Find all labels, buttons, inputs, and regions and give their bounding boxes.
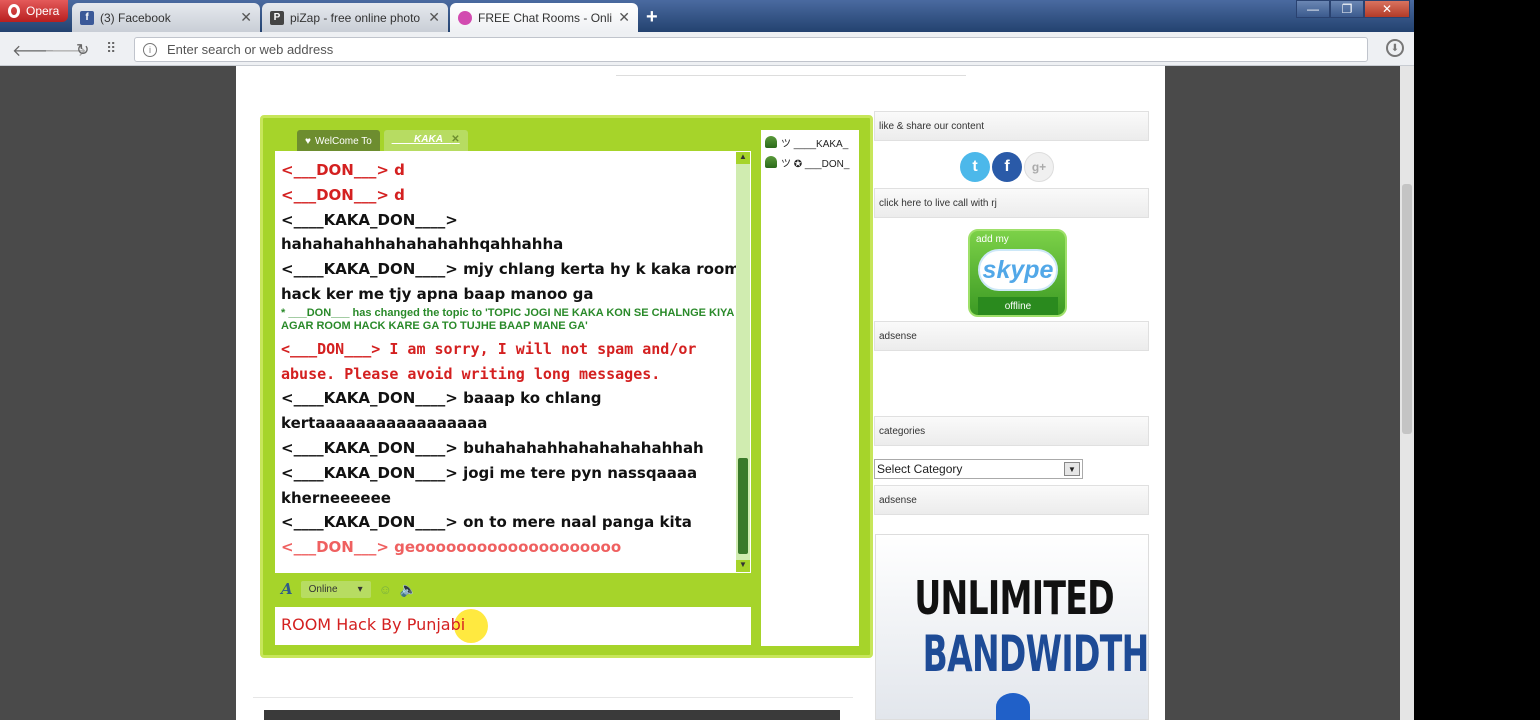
bandwidth-ad[interactable]: UNLIMITED BANDWIDTH xyxy=(875,534,1149,720)
ad-mascot-icon xyxy=(996,693,1030,720)
message-scrollbar[interactable]: ▲ ▼ xyxy=(736,152,750,572)
close-window-icon[interactable]: ✕ xyxy=(1364,0,1410,18)
tab-title: (3) Facebook xyxy=(100,10,171,25)
message: <___DON___> d xyxy=(281,161,405,179)
close-tab-icon[interactable]: ✕ xyxy=(428,9,440,26)
address-bar[interactable]: i Enter search or web address xyxy=(134,37,1368,62)
header-strip xyxy=(616,66,966,76)
scroll-up-icon[interactable]: ▲ xyxy=(736,152,750,164)
user-list: ツ ____KAKA_ ツ ✪ ___DON_ xyxy=(761,130,859,646)
chat-icon xyxy=(458,10,472,25)
welcome-label: WelCome To xyxy=(314,135,372,147)
user-icon xyxy=(765,136,777,148)
maximize-icon[interactable]: ❐ xyxy=(1330,0,1364,18)
scrollbar-thumb[interactable] xyxy=(738,458,748,554)
screen: Opera f (3) Facebook ✕ P piZap - free on… xyxy=(0,0,1540,720)
speed-dial-icon[interactable]: ⠿ xyxy=(106,40,116,57)
tab-bar: Opera f (3) Facebook ✕ P piZap - free on… xyxy=(0,0,1414,32)
message: <____KAKA_DON____> mjy chlang kerta hy k… xyxy=(281,260,740,303)
sidebar-adsense-header: adsense xyxy=(874,321,1149,351)
scroll-down-icon[interactable]: ▼ xyxy=(736,560,750,572)
opera-logo-icon xyxy=(8,4,20,18)
divider xyxy=(253,697,853,698)
facebook-icon: f xyxy=(80,10,94,25)
system-warning-message: <___DON___> I am sorry, I will not spam … xyxy=(281,339,697,383)
tab-chat-rooms[interactable]: FREE Chat Rooms - Online ✕ xyxy=(450,3,638,32)
message: <____KAKA_DON____> jogi me tere pyn nass… xyxy=(281,463,698,507)
skype-add-label: add my xyxy=(976,234,1009,245)
opera-menu-button[interactable]: Opera xyxy=(0,0,68,22)
status-value: Online xyxy=(308,583,338,595)
twitter-icon[interactable]: t xyxy=(960,152,990,182)
user-item[interactable]: ツ ____KAKA_ xyxy=(765,132,855,152)
close-room-icon[interactable]: ✕ xyxy=(451,134,459,145)
chat-widget: ♥ WelCome To ____KAKA_ ✕ <___DON___> d <… xyxy=(260,115,873,658)
skype-status: offline xyxy=(978,297,1058,315)
close-tab-icon[interactable]: ✕ xyxy=(240,9,252,26)
message-input[interactable]: ROOM Hack By Punjabi xyxy=(275,607,751,645)
message: <____KAKA_DON____> on to mere naal panga… xyxy=(281,513,692,532)
message: <____KAKA_DON____> buhahahahhahahahahahh… xyxy=(281,438,704,457)
scrollbar-thumb[interactable] xyxy=(1402,184,1412,434)
browser-window: Opera f (3) Facebook ✕ P piZap - free on… xyxy=(0,0,1414,720)
skype-logo: skype xyxy=(978,249,1058,291)
tab-title: FREE Chat Rooms - Online xyxy=(478,10,613,25)
reload-icon[interactable]: ↻ xyxy=(76,40,89,60)
status-select[interactable]: Online ▾ xyxy=(300,580,371,598)
speaker-icon[interactable]: 🔈 xyxy=(400,581,417,598)
user-icon xyxy=(765,156,777,168)
navigation-bar: 🡐 🡒 ↻ ⠿ i Enter search or web address ⬇ xyxy=(0,32,1414,66)
message-input-text: ROOM Hack By Punjabi xyxy=(281,615,466,634)
facebook-icon[interactable]: f xyxy=(992,152,1022,182)
opera-label: Opera xyxy=(26,4,60,18)
pizap-icon: P xyxy=(270,10,284,25)
message-list: <___DON___> d <___DON___> d <____KAKA_DO… xyxy=(275,151,751,573)
topic-change-message: * ___DON___ has changed the topic to 'TO… xyxy=(281,306,745,332)
tab-title: piZap - free online photo xyxy=(290,10,421,25)
message: <___DON___> d xyxy=(281,185,405,204)
ad-line-2: BANDWIDTH xyxy=(922,625,1150,683)
smiley-icon[interactable]: ☺ xyxy=(379,582,392,597)
ad-line-1: UNLIMITED xyxy=(914,571,1114,625)
window-controls: — ❐ ✕ xyxy=(1296,0,1410,18)
user-item[interactable]: ツ ✪ ___DON_ xyxy=(765,152,855,172)
google-plus-icon[interactable]: g+ xyxy=(1024,152,1054,182)
user-name: ツ ✪ ___DON_ xyxy=(781,158,850,170)
message: <___DON___> geoooooooooooooooooooo xyxy=(281,538,622,557)
category-select-value: Select Category xyxy=(877,462,963,476)
chevron-down-icon: ▼ xyxy=(1064,462,1080,476)
tab-pizap[interactable]: P piZap - free online photo ✕ xyxy=(262,3,448,32)
message: <____KAKA_DON____> xyxy=(281,210,458,229)
minimize-icon[interactable]: — xyxy=(1296,0,1330,18)
new-tab-icon[interactable]: + xyxy=(646,6,658,29)
close-tab-icon[interactable]: ✕ xyxy=(618,9,630,26)
site-info-icon[interactable]: i xyxy=(143,42,157,57)
font-style-icon[interactable]: A xyxy=(281,580,293,598)
footer-bar xyxy=(264,710,840,720)
social-buttons: t f g+ xyxy=(960,152,1054,182)
sidebar-categories-header: categories xyxy=(874,416,1149,446)
message: hahahahahhahahahahhqahhahha xyxy=(281,235,564,254)
room-tab-label: ____KAKA_ xyxy=(391,134,449,145)
page-scrollbar[interactable] xyxy=(1400,66,1414,720)
sidebar-like-share-header: like & share our content xyxy=(874,111,1149,141)
message: <____KAKA_DON____> baaap ko chlang kerta… xyxy=(281,389,602,433)
tab-room[interactable]: ____KAKA_ ✕ xyxy=(383,130,468,152)
sidebar-live-call-header: click here to live call with rj xyxy=(874,188,1149,218)
sidebar-adsense-header-2: adsense xyxy=(874,485,1149,515)
chat-toolbar: A Online ▾ ☺ 🔈 xyxy=(275,576,751,602)
chevron-down-icon: ▾ xyxy=(357,583,363,595)
download-icon[interactable]: ⬇ xyxy=(1386,39,1404,57)
skype-button[interactable]: add my skype offline xyxy=(968,229,1067,317)
user-name: ツ ____KAKA_ xyxy=(781,138,849,150)
tab-facebook[interactable]: f (3) Facebook ✕ xyxy=(72,3,260,32)
chat-tabs: ♥ WelCome To ____KAKA_ ✕ xyxy=(297,130,468,152)
category-select[interactable]: Select Category ▼ xyxy=(874,459,1083,479)
heart-icon: ♥ xyxy=(305,135,311,147)
address-placeholder: Enter search or web address xyxy=(167,42,334,57)
tab-welcome[interactable]: ♥ WelCome To xyxy=(297,130,380,152)
